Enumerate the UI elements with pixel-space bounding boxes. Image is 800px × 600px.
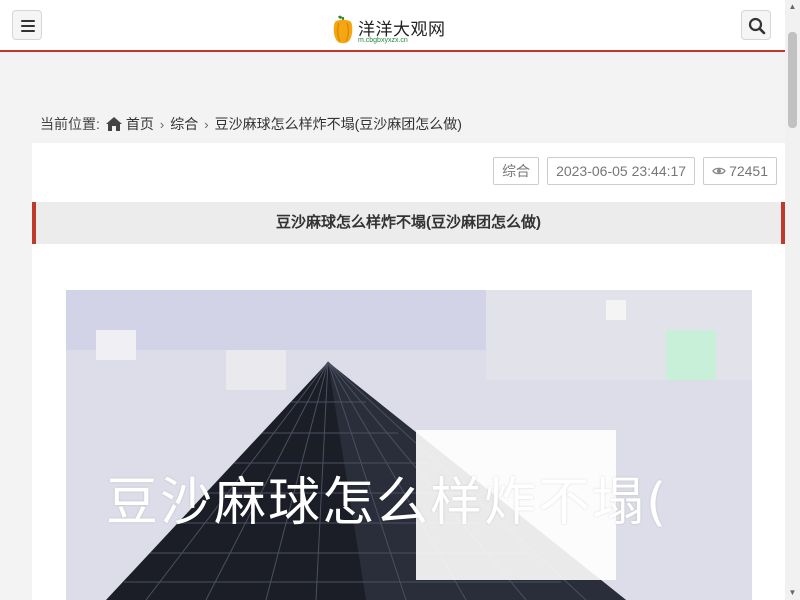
- hero-overlay-text: 豆沙麻球怎么样炸不塌(: [106, 473, 669, 533]
- breadcrumb-current: 豆沙麻球怎么样炸不塌(豆沙麻团怎么做): [214, 116, 462, 132]
- chevron-right-icon: ›: [204, 116, 209, 132]
- scroll-up-arrow-icon[interactable]: ▲: [785, 0, 800, 14]
- breadcrumb-home-link[interactable]: 首页: [126, 114, 154, 134]
- page-scrollbar[interactable]: ▲ ▼: [785, 0, 800, 600]
- scroll-down-arrow-icon[interactable]: ▼: [785, 586, 800, 600]
- view-count-value: 72451: [729, 163, 768, 179]
- breadcrumb-prefix: 当前位置:: [40, 116, 100, 132]
- menu-icon: [21, 20, 35, 35]
- scrollbar-thumb[interactable]: [788, 32, 797, 128]
- pepper-logo-icon: [333, 15, 353, 44]
- building-image: [66, 290, 752, 600]
- home-icon: [105, 117, 122, 131]
- article-card: 综合 2023-06-05 23:44:17 72451 豆沙麻球怎么样炸不塌(…: [32, 143, 785, 600]
- menu-button[interactable]: [12, 10, 42, 40]
- logo-subtitle: m.cbgbxyxzx.cn: [358, 37, 408, 44]
- site-logo[interactable]: 洋洋大观网 m.cbgbxyxzx.cn: [329, 8, 477, 50]
- breadcrumb: 当前位置: 首页 › 综合 › 豆沙麻球怎么样炸不塌(豆沙麻团怎么做): [40, 114, 462, 134]
- article-meta: 综合 2023-06-05 23:44:17 72451: [493, 157, 777, 185]
- eye-icon: [712, 167, 726, 175]
- category-tag[interactable]: 综合: [493, 157, 540, 185]
- view-count: 72451: [703, 157, 777, 185]
- search-icon: [748, 17, 766, 35]
- article-title: 豆沙麻球怎么样炸不塌(豆沙麻团怎么做): [32, 202, 785, 244]
- publish-datetime: 2023-06-05 23:44:17: [547, 157, 696, 185]
- chevron-right-icon: ›: [159, 116, 165, 132]
- article-hero-image: 豆沙麻球怎么样炸不塌(: [66, 290, 752, 600]
- breadcrumb-category-link[interactable]: 综合: [170, 114, 198, 134]
- search-button[interactable]: [741, 10, 771, 40]
- site-header: 洋洋大观网 m.cbgbxyxzx.cn: [0, 0, 785, 52]
